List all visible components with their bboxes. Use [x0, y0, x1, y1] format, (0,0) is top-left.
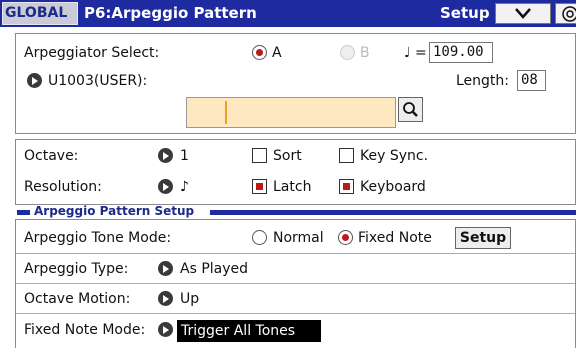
resolution-value[interactable]: ♪ — [180, 177, 189, 197]
octave-motion-arrow-icon[interactable] — [158, 291, 173, 306]
keyboard-checkbox[interactable] — [339, 179, 354, 194]
pattern-select-arrow-icon[interactable] — [27, 73, 42, 88]
section-header: Arpeggio Pattern Setup — [17, 204, 576, 219]
sort-checkbox[interactable] — [252, 148, 267, 163]
sort-label: Sort — [273, 148, 302, 164]
mode-tab-global[interactable]: GLOBAL — [2, 2, 78, 25]
search-icon — [403, 102, 418, 117]
latch-checkbox[interactable] — [252, 179, 267, 194]
chevron-down-icon — [515, 8, 531, 19]
key-sync-checkbox[interactable] — [339, 148, 354, 163]
octave-label: Octave: — [24, 148, 79, 164]
arp-b-radio[interactable] — [340, 45, 355, 60]
octave-motion-value[interactable]: Up — [180, 289, 199, 309]
divider — [16, 253, 575, 254]
search-field[interactable] — [186, 97, 396, 128]
fixed-note-mode-arrow-icon[interactable] — [158, 322, 173, 337]
octave-value[interactable]: 1 — [180, 146, 189, 166]
text-cursor — [225, 101, 227, 124]
page-title: P6:Arpeggio Pattern — [84, 4, 257, 22]
octave-arrow-icon[interactable] — [158, 148, 173, 163]
fixed-note-mode-value[interactable]: Trigger All Tones — [177, 320, 321, 342]
arp-a-label: A — [272, 45, 282, 61]
tempo-field[interactable]: 109.00 — [429, 42, 493, 63]
search-button[interactable] — [398, 97, 423, 122]
arp-a-radio[interactable] — [252, 45, 267, 60]
arp-b-label: B — [360, 45, 370, 61]
section-bar-right — [210, 210, 576, 215]
system-icon-button[interactable] — [555, 3, 576, 24]
fixed-note-mode-label: Fixed Note Mode: — [24, 322, 146, 338]
tone-normal-radio[interactable] — [252, 230, 267, 245]
arp-type-arrow-icon[interactable] — [158, 261, 173, 276]
section-bar-left — [17, 210, 30, 215]
setup-label: Setup — [440, 4, 490, 22]
pattern-name[interactable]: U1003(USER): — [48, 71, 147, 91]
octave-motion-label: Octave Motion: — [24, 291, 131, 307]
tone-mode-label: Arpeggio Tone Mode: — [24, 230, 172, 246]
length-label: Length: — [456, 73, 510, 89]
divider — [16, 313, 575, 314]
tone-setup-button[interactable]: Setup — [455, 227, 511, 249]
section-title: Arpeggio Pattern Setup — [34, 204, 195, 218]
latch-label: Latch — [273, 179, 312, 195]
tone-fixed-note-label: Fixed Note — [358, 230, 432, 246]
page-menu-button[interactable] — [495, 3, 551, 24]
key-sync-label: Key Sync. — [360, 148, 429, 164]
tone-fixed-note-radio[interactable] — [338, 230, 353, 245]
resolution-label: Resolution: — [24, 179, 102, 195]
divider — [16, 283, 575, 284]
length-field[interactable]: 08 — [517, 70, 546, 91]
tone-normal-label: Normal — [273, 230, 324, 246]
arp-type-label: Arpeggio Type: — [24, 261, 129, 277]
resolution-arrow-icon[interactable] — [158, 179, 173, 194]
arp-select-label: Arpeggiator Select: — [24, 45, 160, 61]
tempo-symbol: ♩ = — [404, 45, 427, 61]
arp-type-value[interactable]: As Played — [180, 259, 248, 279]
keyboard-label: Keyboard — [360, 179, 426, 195]
swirl-icon — [562, 6, 576, 22]
